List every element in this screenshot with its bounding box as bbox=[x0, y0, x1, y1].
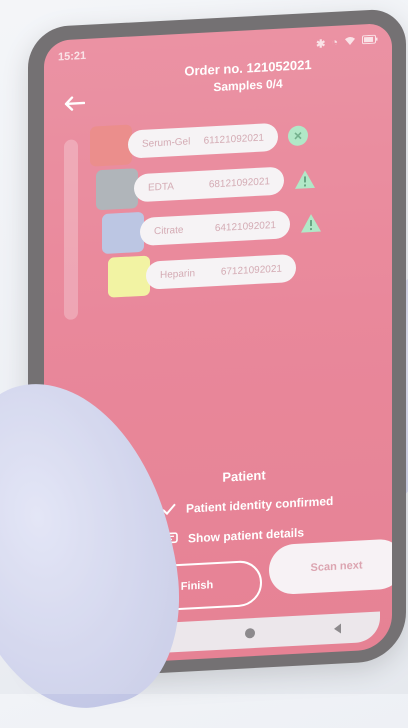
sample-name: Heparin bbox=[160, 268, 195, 281]
status-icons: ✱ ◔ bbox=[316, 34, 378, 50]
battery-icon bbox=[362, 35, 378, 48]
scan-next-button[interactable]: Scan next bbox=[269, 538, 392, 595]
sample-code: 68121092021 bbox=[209, 176, 270, 190]
wifi-icon bbox=[344, 35, 356, 49]
sample-color-swatch bbox=[102, 212, 144, 254]
show-patient-details-link[interactable]: Show patient details bbox=[162, 525, 304, 546]
alarm-icon: ◔ bbox=[331, 37, 338, 49]
warning-icon bbox=[300, 212, 322, 233]
patient-identity-text: Patient identity confirmed bbox=[186, 494, 333, 516]
sample-row-citrate[interactable]: Citrate 64121092021 bbox=[102, 206, 322, 250]
patient-title: Patient bbox=[164, 464, 324, 487]
patient-identity-row: Patient identity confirmed bbox=[162, 494, 333, 517]
sample-name: Serum-Gel bbox=[142, 136, 190, 150]
sample-name: Citrate bbox=[154, 224, 183, 237]
warning-icon bbox=[294, 169, 316, 190]
sample-pill: Heparin 67121092021 bbox=[146, 254, 296, 290]
sample-pill: Serum-Gel 61121092021 bbox=[128, 123, 278, 159]
sample-row-serum-gel[interactable]: Serum-Gel 61121092021 bbox=[90, 119, 308, 162]
status-time: 15:21 bbox=[58, 50, 86, 63]
sample-color-swatch bbox=[90, 124, 132, 166]
sample-row-heparin[interactable]: Heparin 67121092021 bbox=[108, 252, 296, 294]
back-button[interactable] bbox=[60, 89, 88, 118]
show-details-text: Show patient details bbox=[188, 525, 304, 545]
sample-code: 67121092021 bbox=[221, 263, 282, 277]
sample-color-swatch bbox=[108, 256, 150, 298]
nav-back-icon[interactable] bbox=[334, 624, 341, 634]
sample-color-swatch bbox=[96, 168, 138, 210]
sample-pill: EDTA 68121092021 bbox=[134, 166, 284, 202]
sample-code: 61121092021 bbox=[204, 132, 264, 146]
sample-ok-icon bbox=[288, 125, 308, 146]
back-arrow-icon bbox=[63, 95, 85, 112]
sample-name: EDTA bbox=[148, 181, 174, 193]
sample-pill: Citrate 64121092021 bbox=[140, 210, 290, 246]
home-icon[interactable] bbox=[245, 628, 255, 639]
side-index-rail bbox=[64, 139, 78, 320]
sample-code: 64121092021 bbox=[215, 219, 276, 233]
sample-row-edta[interactable]: EDTA 68121092021 bbox=[96, 163, 316, 207]
bluetooth-icon: ✱ bbox=[316, 37, 325, 50]
